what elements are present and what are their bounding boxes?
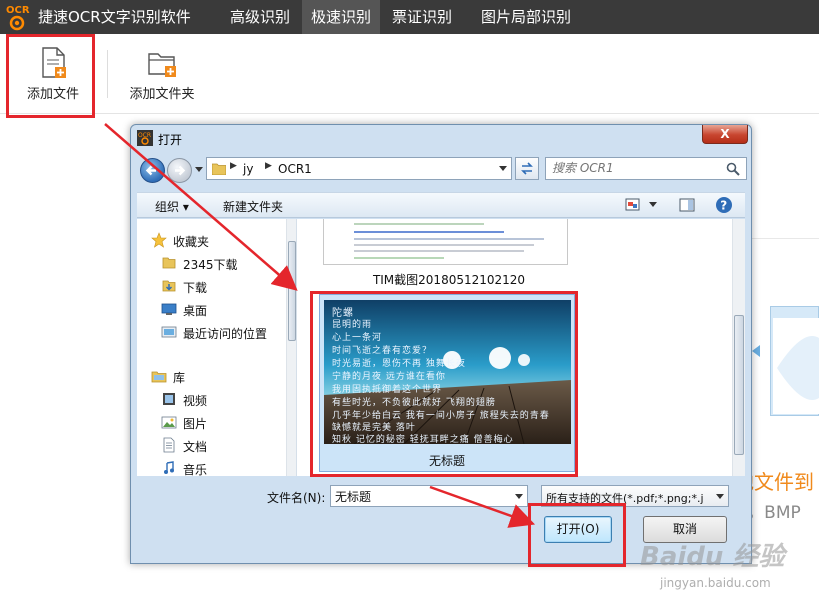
highlight-selected-file <box>310 291 578 477</box>
chevron-down-icon[interactable] <box>716 494 724 500</box>
background-drop-panel-inner <box>773 318 819 414</box>
new-folder-button[interactable]: 新建文件夹 <box>223 198 283 215</box>
dialog-title: 打开 <box>158 133 183 147</box>
app-title: 捷速OCR文字识别软件 <box>38 8 191 26</box>
breadcrumb-jy[interactable]: jy <box>243 162 253 176</box>
nav-item-label: 视频 <box>183 394 208 408</box>
nav-item-label: 图片 <box>183 417 208 431</box>
nav-item-label: 下载 <box>183 281 208 295</box>
nav-item-documents[interactable]: 文档 <box>137 434 285 456</box>
organize-label: 组织 <box>155 200 180 214</box>
change-view-icon[interactable] <box>625 197 641 213</box>
library-icon <box>151 371 167 383</box>
folder-icon <box>212 163 226 175</box>
documents-icon <box>163 437 175 453</box>
nav-item-label: 收藏夹 <box>173 235 210 249</box>
chevron-down-icon[interactable] <box>515 494 523 500</box>
download-folder-icon <box>162 280 176 292</box>
tab-advanced-ocr[interactable]: 高级识别 <box>218 0 302 34</box>
nav-item-2345-downloads[interactable]: 2345下载 <box>137 252 285 274</box>
nav-scrollbar[interactable] <box>286 219 296 476</box>
nav-item-music[interactable]: 音乐 <box>137 457 285 476</box>
search-input[interactable] <box>552 161 712 175</box>
recent-places-icon <box>161 326 177 338</box>
baidu-watermark-url: jingyan.baidu.com <box>660 576 771 590</box>
nav-item-downloads[interactable]: 下载 <box>137 275 285 297</box>
app-title-bar: OCR 捷速OCR文字识别软件 高级识别 极速识别 票证识别 图片局部识别 <box>0 0 819 34</box>
toolbar: 添加文件 添加文件夹 <box>0 34 819 114</box>
highlight-add-file <box>6 34 95 118</box>
navigation-pane: 收藏夹 2345下载 下载 桌面 最近访问的位置 库 视频 图片 文档 音乐 <box>137 219 297 476</box>
toolbar-divider <box>107 50 108 98</box>
file-list-scrollbar[interactable] <box>732 219 745 476</box>
desktop-icon <box>161 303 177 315</box>
forward-button[interactable] <box>167 158 192 183</box>
nav-item-videos[interactable]: 视频 <box>137 388 285 410</box>
refresh-button[interactable] <box>515 157 539 180</box>
refresh-icon <box>521 162 533 175</box>
arrow-left-icon <box>145 165 156 176</box>
music-icon <box>164 461 174 474</box>
nav-item-pictures[interactable]: 图片 <box>137 411 285 433</box>
search-icon <box>726 162 740 176</box>
filename-combobox[interactable] <box>330 485 528 507</box>
add-folder-button[interactable]: 添加文件夹 <box>122 34 202 114</box>
close-icon: X <box>720 127 730 141</box>
tab-fast-ocr[interactable]: 极速识别 <box>302 0 380 34</box>
search-box[interactable] <box>545 157 747 180</box>
nav-item-label: 文档 <box>183 440 208 454</box>
filename-field[interactable] <box>335 489 505 503</box>
file-thumbnail[interactable] <box>323 219 568 265</box>
tab-partial-image-ocr[interactable]: 图片局部识别 <box>464 0 588 34</box>
close-button[interactable]: X <box>702 125 748 144</box>
folder-icon <box>162 257 176 269</box>
nav-item-libraries[interactable]: 库 <box>137 365 285 387</box>
chevron-down-icon[interactable] <box>499 166 507 172</box>
nav-item-label: 音乐 <box>183 463 208 476</box>
nav-item-label: 最近访问的位置 <box>183 327 268 341</box>
tab-ticket-ocr[interactable]: 票证识别 <box>380 0 464 34</box>
nav-item-label: 桌面 <box>183 304 208 318</box>
logo-text: OCR <box>6 5 30 16</box>
ocr-logo-icon: OCR <box>4 2 32 32</box>
file-name-label: TIM截图20180512102120 <box>372 273 526 287</box>
nav-item-recent-places[interactable]: 最近访问的位置 <box>137 321 285 343</box>
arrow-right-icon <box>175 165 186 176</box>
address-bar[interactable]: ▶ jy ▶ OCR1 <box>206 157 512 180</box>
ocr-app-icon: OCR <box>137 130 153 146</box>
chevron-left-icon <box>752 345 760 357</box>
command-bar: 组织 ▾ 新建文件夹 ? <box>137 192 745 218</box>
video-icon <box>163 393 175 405</box>
highlight-open-button <box>528 503 626 567</box>
organize-menu[interactable]: 组织 ▾ <box>155 198 189 215</box>
add-folder-label: 添加文件夹 <box>129 87 195 102</box>
nav-item-desktop[interactable]: 桌面 <box>137 298 285 320</box>
svg-text:?: ? <box>720 199 727 213</box>
recent-locations-dropdown-icon[interactable] <box>195 167 203 173</box>
folder-add-icon <box>148 53 176 77</box>
file-list-scrollbar-thumb[interactable] <box>734 315 744 455</box>
nav-item-label: 库 <box>173 371 186 385</box>
breadcrumb-ocr1[interactable]: OCR1 <box>278 162 312 176</box>
breadcrumb-chevron-icon: ▶ <box>265 161 272 171</box>
nav-scrollbar-thumb[interactable] <box>288 241 296 341</box>
star-icon <box>151 232 167 248</box>
baidu-watermark-logo: Baidu 经验 <box>640 542 785 572</box>
help-icon[interactable]: ? <box>715 196 733 214</box>
preview-pane-icon[interactable] <box>679 197 695 213</box>
breadcrumb-chevron-icon: ▶ <box>230 161 237 171</box>
nav-item-label: 2345下载 <box>183 258 238 272</box>
nav-item-favorites[interactable]: 收藏夹 <box>137 229 285 251</box>
back-button[interactable] <box>140 158 165 183</box>
background-divider <box>752 238 819 239</box>
pictures-icon <box>161 416 177 429</box>
view-dropdown-icon[interactable] <box>649 202 657 208</box>
filename-label: 文件名(N): <box>267 491 326 505</box>
